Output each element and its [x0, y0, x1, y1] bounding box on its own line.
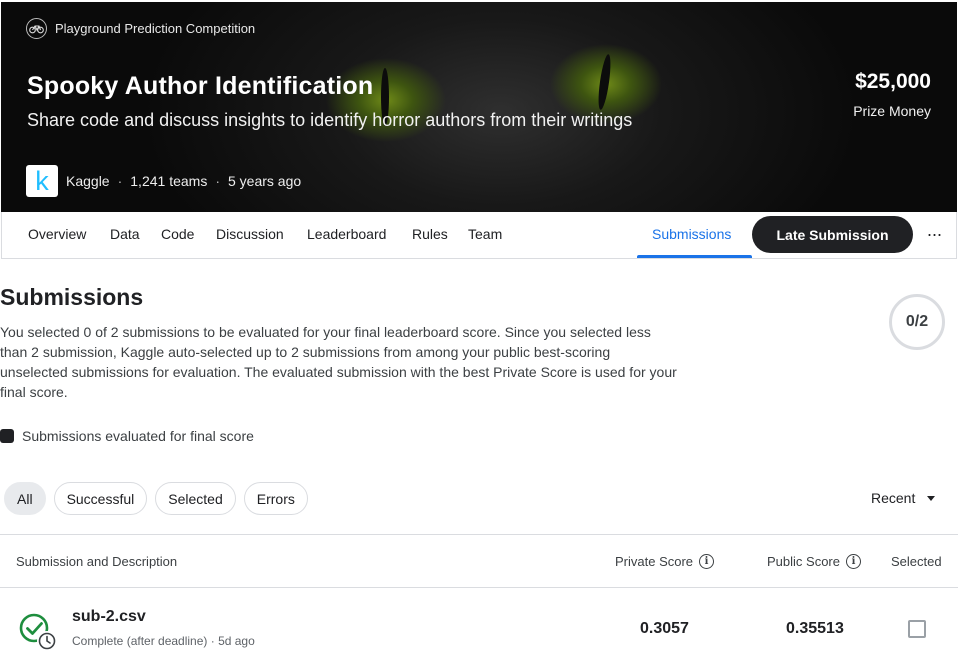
tab-overview[interactable]: Overview [28, 226, 86, 242]
competition-title: Spooky Author Identification [27, 72, 374, 100]
legend-swatch [0, 429, 14, 443]
competition-type: Playground Prediction Competition [26, 18, 255, 39]
selection-counter: 0/2 [889, 294, 945, 350]
competition-nav: Overview Data Code Discussion Leaderboar… [1, 212, 957, 259]
info-icon[interactable]: i [699, 554, 715, 569]
final-score-legend: Submissions evaluated for final score [0, 428, 254, 444]
host-name[interactable]: Kaggle [66, 173, 110, 189]
tab-data[interactable]: Data [110, 226, 140, 242]
filter-errors[interactable]: Errors [243, 482, 308, 515]
info-icon[interactable]: i [845, 554, 861, 569]
page-title: Submissions [0, 284, 144, 310]
private-score-value: 0.3057 [640, 620, 689, 637]
col-private-label: Private Score [615, 554, 694, 569]
check-clock-icon [18, 612, 58, 652]
public-score-value: 0.35513 [786, 620, 844, 637]
tab-rules[interactable]: Rules [412, 226, 448, 242]
more-options-icon[interactable]: ··· [922, 222, 946, 246]
competition-type-label: Playground Prediction Competition [55, 21, 256, 36]
col-public-label: Public Score [767, 554, 840, 569]
kaggle-logo[interactable]: k [26, 165, 58, 197]
competition-meta: k Kaggle · 1,241 teams · 5 years ago [26, 165, 301, 197]
select-submission-checkbox[interactable] [908, 620, 926, 638]
caret-down-icon [927, 495, 936, 501]
tab-leaderboard[interactable]: Leaderboard [307, 226, 386, 242]
col-submission-label: Submission and Description [16, 554, 178, 569]
competition-age: 5 years ago [228, 173, 302, 189]
competition-subtitle: Share code and discuss insights to ident… [27, 110, 633, 130]
separator: · [215, 173, 220, 189]
filter-chips: All Successful Selected Errors [4, 482, 308, 515]
submissions-description: You selected 0 of 2 submissions to be ev… [0, 324, 677, 400]
submission-status: Complete (after deadline) · 5d ago [72, 634, 255, 648]
separator: · [117, 173, 123, 189]
prize-label: Prize Money [853, 103, 931, 119]
table-row[interactable]: sub-2.csv Complete (after deadline) · 5d… [0, 588, 958, 671]
active-tab-indicator [637, 255, 752, 258]
prize: $25,000 Prize Money [853, 70, 931, 119]
col-selected: Selected [891, 554, 942, 569]
col-selected-label: Selected [891, 554, 942, 569]
sort-dropdown[interactable]: Recent [871, 490, 936, 506]
sort-label: Recent [871, 490, 916, 506]
filter-successful[interactable]: Successful [53, 482, 148, 515]
col-public-score[interactable]: Public Score i [767, 554, 861, 569]
tab-code[interactable]: Code [161, 226, 194, 242]
bike-icon [26, 18, 47, 39]
tab-submissions[interactable]: Submissions [652, 226, 731, 242]
late-submission-button[interactable]: Late Submission [752, 216, 913, 253]
col-private-score[interactable]: Private Score i [615, 554, 715, 569]
tab-discussion[interactable]: Discussion [216, 226, 284, 242]
cat-eye-right [596, 53, 613, 111]
filter-selected[interactable]: Selected [155, 482, 236, 515]
competition-header: Playground Prediction Competition Spooky… [1, 2, 957, 212]
tab-team[interactable]: Team [468, 226, 502, 242]
table-header: Submission and Description Private Score… [0, 534, 958, 588]
team-count: 1,241 teams [130, 173, 208, 189]
col-submission: Submission and Description [16, 554, 177, 569]
legend-label: Submissions evaluated for final score [22, 428, 254, 444]
prize-amount: $25,000 [855, 70, 931, 93]
filter-all[interactable]: All [4, 482, 46, 515]
submission-file-name[interactable]: sub-2.csv [72, 608, 146, 626]
